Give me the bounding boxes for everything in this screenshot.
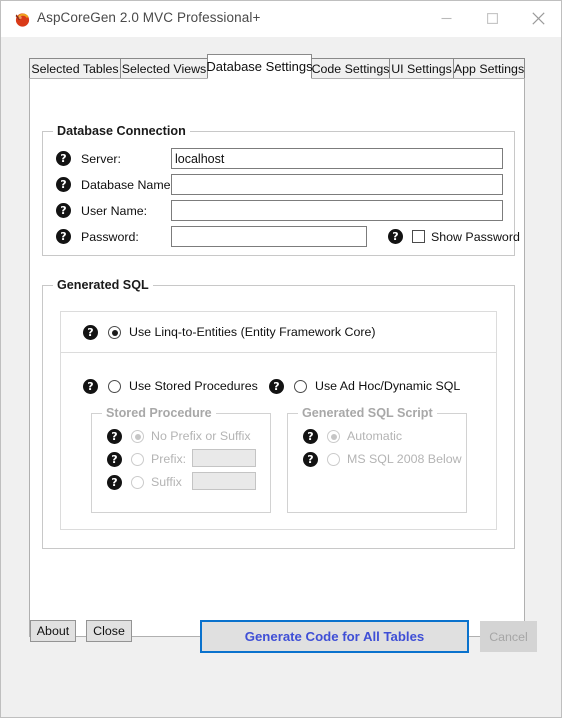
suffix-input (192, 472, 256, 490)
ms-sql-2008-below-label: MS SQL 2008 Below (347, 452, 462, 466)
app-logo-icon (14, 11, 31, 28)
close-icon[interactable] (515, 1, 561, 35)
help-question-icon-linq[interactable]: ? (83, 325, 98, 340)
tab-app-settings[interactable]: App Settings (453, 58, 525, 79)
about-button[interactable]: About (30, 620, 76, 642)
help-question-icon-stored-procedures[interactable]: ? (83, 379, 98, 394)
help-question-icon-show-password[interactable]: ? (388, 229, 403, 244)
help-question-icon-automatic[interactable]: ? (303, 429, 318, 444)
use-ad-hoc-dynamic-sql-label: Use Ad Hoc/Dynamic SQL (315, 379, 461, 393)
automatic-label: Automatic (347, 429, 403, 443)
radio-use-stored-procedures[interactable] (108, 380, 121, 393)
database-name-input[interactable] (171, 174, 503, 195)
use-linq-to-entities-label: Use Linq-to-Entities (Entity Framework C… (129, 325, 376, 339)
radio-prefix (131, 453, 144, 466)
stored-procedure-title: Stored Procedure (102, 406, 216, 420)
radio-automatic (327, 430, 340, 443)
tab-selected-tables[interactable]: Selected Tables (29, 58, 121, 79)
tab-selected-views[interactable]: Selected Views (120, 58, 208, 79)
maximize-icon[interactable] (469, 1, 515, 35)
help-question-icon-database-name[interactable]: ? (56, 177, 71, 192)
radio-suffix (131, 476, 144, 489)
tab-database-settings[interactable]: Database Settings (206, 54, 313, 79)
suffix-label: Suffix (151, 475, 182, 489)
database-connection-group: Database Connection ? Server: ? Database… (42, 124, 520, 256)
stored-procedure-group: Stored Procedure ? No Prefix or Suffix ?… (91, 406, 271, 513)
generated-sql-group: Generated SQL ? Use Linq-to-Entities (En… (42, 278, 515, 549)
help-question-icon-server[interactable]: ? (56, 151, 71, 166)
window-body: Selected Tables Selected Views Database … (1, 37, 561, 717)
show-password-checkbox[interactable] (412, 230, 425, 243)
generated-sql-script-title: Generated SQL Script (298, 406, 437, 420)
password-input[interactable] (171, 226, 367, 247)
prefix-label: Prefix: (151, 452, 187, 466)
cancel-button: Cancel (480, 621, 537, 652)
radio-use-ad-hoc-dynamic-sql[interactable] (294, 380, 307, 393)
generated-sql-script-group: Generated SQL Script ? Automatic ? MS SQ… (287, 406, 467, 513)
linq-option-panel: ? Use Linq-to-Entities (Entity Framework… (60, 311, 497, 353)
close-button[interactable]: Close (86, 620, 132, 642)
title-bar: AspCoreGen 2.0 MVC Professional+ (1, 1, 561, 37)
help-question-icon-no-prefix-suffix[interactable]: ? (107, 429, 122, 444)
prefix-input (192, 449, 256, 467)
generate-code-for-all-tables-button[interactable]: Generate Code for All Tables (200, 620, 469, 653)
server-input[interactable] (171, 148, 503, 169)
minimize-icon[interactable] (423, 1, 469, 35)
radio-use-linq-to-entities[interactable] (108, 326, 121, 339)
window-title: AspCoreGen 2.0 MVC Professional+ (37, 10, 261, 25)
database-name-label: Database Name: (81, 178, 174, 192)
radio-ms-sql-2008-below (327, 453, 340, 466)
application-window: AspCoreGen 2.0 MVC Professional+ Selecte… (0, 0, 562, 718)
password-label: Password: (81, 230, 139, 244)
help-question-icon-ad-hoc[interactable]: ? (269, 379, 284, 394)
tab-strip: Selected Tables Selected Views Database … (29, 54, 525, 79)
radio-no-prefix-or-suffix (131, 430, 144, 443)
no-prefix-or-suffix-label: No Prefix or Suffix (151, 429, 251, 443)
tab-page-database-settings: Database Connection ? Server: ? Database… (29, 78, 525, 637)
help-question-icon-prefix[interactable]: ? (107, 452, 122, 467)
help-question-icon-ms-sql-2008[interactable]: ? (303, 452, 318, 467)
show-password-label: Show Password (431, 230, 520, 244)
tab-ui-settings[interactable]: UI Settings (389, 58, 454, 79)
sql-mode-panel: ? Use Stored Procedures ? Use Ad Hoc/Dyn… (60, 352, 497, 530)
use-stored-procedures-label: Use Stored Procedures (129, 379, 258, 393)
tab-code-settings[interactable]: Code Settings (311, 58, 390, 79)
help-question-icon-suffix[interactable]: ? (107, 475, 122, 490)
user-name-label: User Name: (81, 204, 148, 218)
database-connection-title: Database Connection (53, 124, 190, 138)
server-label: Server: (81, 152, 121, 166)
help-question-icon-password[interactable]: ? (56, 229, 71, 244)
user-name-input[interactable] (171, 200, 503, 221)
help-question-icon-user-name[interactable]: ? (56, 203, 71, 218)
generated-sql-title: Generated SQL (53, 278, 153, 292)
